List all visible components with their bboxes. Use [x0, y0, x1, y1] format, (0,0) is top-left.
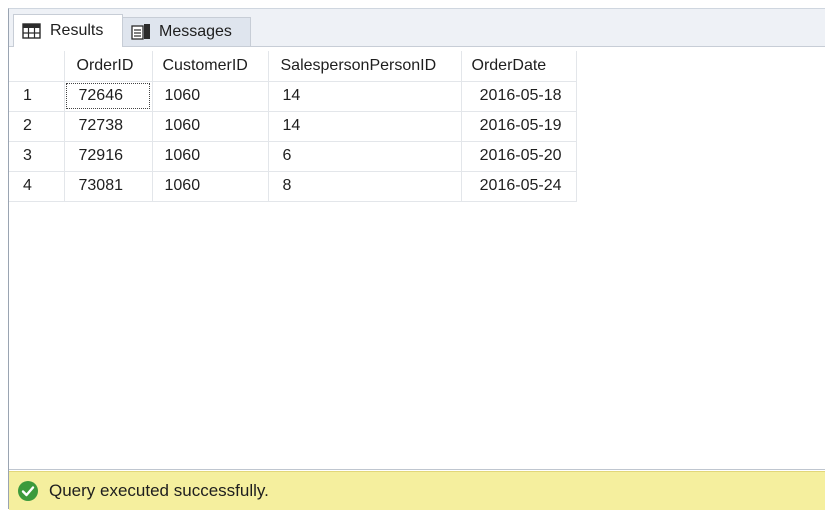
row-number[interactable]: 4 — [9, 171, 65, 202]
table-row: 1 72646 1060 14 2016-05-18 — [9, 81, 577, 112]
cell-salespersonpersonid[interactable]: 8 — [268, 171, 462, 202]
cell-orderdate[interactable]: 2016-05-18 — [461, 81, 577, 112]
column-header-salespersonpersonid[interactable]: SalespersonPersonID — [268, 51, 462, 82]
cell-customerid[interactable]: 1060 — [152, 171, 269, 202]
cell-orderid[interactable]: 72738 — [64, 111, 153, 142]
tab-results-label: Results — [50, 22, 104, 39]
cell-customerid[interactable]: 1060 — [152, 111, 269, 142]
cell-salespersonpersonid[interactable]: 14 — [268, 111, 462, 142]
table-row: 2 72738 1060 14 2016-05-19 — [9, 111, 577, 142]
cell-orderid[interactable]: 72646 — [64, 81, 153, 112]
row-number[interactable]: 3 — [9, 141, 65, 172]
grid-icon — [22, 22, 42, 40]
messages-icon — [131, 23, 151, 41]
results-grid[interactable]: OrderID CustomerID SalespersonPersonID O… — [9, 47, 825, 470]
check-circle-icon — [17, 480, 39, 502]
results-tabstrip: Results Messages — [9, 9, 825, 48]
tab-results[interactable]: Results — [13, 14, 123, 48]
cell-orderid[interactable]: 73081 — [64, 171, 153, 202]
cell-orderdate[interactable]: 2016-05-24 — [461, 171, 577, 202]
cell-customerid[interactable]: 1060 — [152, 141, 269, 172]
tab-messages[interactable]: Messages — [123, 17, 251, 47]
cell-orderdate[interactable]: 2016-05-19 — [461, 111, 577, 142]
cell-orderid[interactable]: 72916 — [64, 141, 153, 172]
row-number[interactable]: 2 — [9, 111, 65, 142]
cell-salespersonpersonid[interactable]: 14 — [268, 81, 462, 112]
column-header-orderid[interactable]: OrderID — [64, 51, 153, 82]
tab-messages-label: Messages — [159, 23, 232, 40]
cell-orderdate[interactable]: 2016-05-20 — [461, 141, 577, 172]
row-number[interactable]: 1 — [9, 81, 65, 112]
query-status-bar: Query executed successfully. — [9, 471, 825, 510]
table-row: 4 73081 1060 8 2016-05-24 — [9, 171, 577, 202]
row-number-header[interactable] — [9, 51, 65, 82]
cell-customerid[interactable]: 1060 — [152, 81, 269, 112]
table-header-row: OrderID CustomerID SalespersonPersonID O… — [9, 51, 577, 82]
results-pane: Results Messages OrderID CustomerID Sale… — [8, 8, 825, 510]
cell-salespersonpersonid[interactable]: 6 — [268, 141, 462, 172]
results-table: OrderID CustomerID SalespersonPersonID O… — [9, 51, 577, 202]
column-header-customerid[interactable]: CustomerID — [152, 51, 269, 82]
table-row: 3 72916 1060 6 2016-05-20 — [9, 141, 577, 172]
status-message: Query executed successfully. — [49, 481, 269, 500]
column-header-orderdate[interactable]: OrderDate — [461, 51, 577, 82]
